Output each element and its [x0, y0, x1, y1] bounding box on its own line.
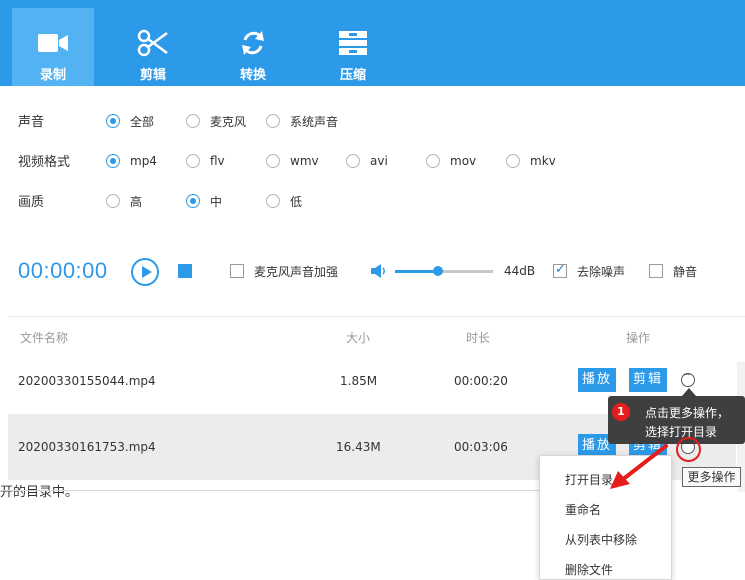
file-duration: 00:00:20: [454, 374, 508, 388]
radio[interactable]: [266, 194, 280, 208]
radio[interactable]: [506, 154, 520, 168]
record-timer: 00:00:00: [18, 258, 108, 283]
radio[interactable]: [186, 154, 200, 168]
file-duration: 00:03:06: [454, 440, 508, 454]
radio[interactable]: [346, 154, 360, 168]
menu-item-remove-from-list[interactable]: 从列表中移除: [565, 531, 637, 548]
option-label: 高: [130, 194, 143, 209]
camera-icon: [38, 34, 68, 52]
checkbox-checked[interactable]: [553, 262, 567, 278]
radio[interactable]: [426, 154, 440, 168]
column-header-actions: 操作: [626, 331, 651, 345]
arrow-icon: [610, 444, 668, 489]
format-option-wmv[interactable]: wmv: [266, 153, 319, 169]
more-actions-icon[interactable]: [681, 370, 695, 387]
tab-convert-label: 转换: [239, 68, 266, 83]
option-label: avi: [370, 154, 388, 168]
play-button[interactable]: [131, 258, 159, 286]
divider: [0, 490, 539, 491]
edit-file-button[interactable]: 剪辑: [629, 368, 667, 392]
menu-item-delete-file[interactable]: 删除文件: [565, 561, 613, 578]
quality-option-low[interactable]: 低: [266, 193, 302, 209]
mute-checkbox[interactable]: 静音: [649, 263, 697, 279]
more-actions-tooltip: 更多操作: [682, 467, 741, 487]
play-file-button[interactable]: 播放: [578, 368, 616, 392]
denoise-label: 去除噪声: [577, 264, 626, 279]
option-label: 麦克风: [210, 114, 247, 129]
tip-line-2: 选择打开目录: [645, 425, 718, 439]
file-name: 20200330161753.mp4: [18, 440, 156, 454]
option-label: flv: [210, 154, 225, 168]
volume-db: 44dB: [504, 264, 536, 278]
audio-label: 声音: [18, 115, 45, 130]
step-badge: 1: [612, 403, 630, 421]
radio[interactable]: [106, 194, 120, 208]
checkbox[interactable]: [649, 264, 663, 278]
file-size: 16.43M: [336, 440, 381, 454]
audio-option-system[interactable]: 系统声音: [266, 113, 338, 129]
divider: [8, 316, 745, 317]
column-header-size: 大小: [346, 331, 371, 345]
volume-slider[interactable]: [395, 270, 493, 273]
menu-item-rename[interactable]: 重命名: [565, 501, 601, 518]
option-label: mov: [450, 154, 477, 168]
tab-edit[interactable]: 剪辑: [112, 8, 194, 86]
radio-selected[interactable]: [106, 114, 120, 128]
radio[interactable]: [266, 154, 280, 168]
audio-option-mic[interactable]: 麦克风: [186, 113, 246, 129]
scissors-icon: [137, 29, 168, 57]
tab-convert[interactable]: 转换: [212, 8, 294, 86]
option-label: mp4: [130, 154, 157, 168]
volume-fill: [395, 270, 439, 273]
top-toolbar: 录制 剪辑 转换 压缩: [0, 0, 745, 86]
column-header-duration: 时长: [466, 331, 491, 345]
tab-edit-label: 剪辑: [139, 68, 166, 83]
audio-option-all[interactable]: 全部: [106, 113, 154, 129]
file-size: 1.85M: [340, 374, 378, 388]
mute-label: 静音: [673, 264, 698, 279]
format-option-mkv[interactable]: mkv: [506, 153, 556, 169]
mic-boost-label: 麦克风声音加强: [254, 264, 339, 279]
option-label: wmv: [290, 154, 319, 168]
format-option-avi[interactable]: avi: [346, 153, 388, 169]
radio[interactable]: [266, 114, 280, 128]
denoise-checkbox[interactable]: 去除噪声: [553, 262, 626, 279]
option-label: 低: [290, 194, 303, 209]
tutorial-tooltip: 点击更多操作， 选择打开目录: [608, 388, 745, 444]
mic-boost-checkbox[interactable]: 麦克风声音加强: [230, 263, 338, 279]
option-label: 全部: [130, 114, 155, 129]
checkbox[interactable]: [230, 264, 244, 278]
volume-knob[interactable]: [433, 266, 444, 276]
tab-compress[interactable]: 压缩: [312, 8, 394, 86]
radio-selected[interactable]: [106, 154, 120, 168]
quality-option-medium[interactable]: 中: [186, 193, 222, 209]
quality-label: 画质: [18, 195, 45, 210]
stop-button[interactable]: [178, 264, 192, 278]
format-option-mov[interactable]: mov: [426, 153, 476, 169]
file-name: 20200330155044.mp4: [18, 374, 156, 388]
option-label: 系统声音: [290, 114, 339, 129]
refresh-icon: [242, 31, 264, 55]
tab-compress-label: 压缩: [339, 68, 366, 83]
column-header-name: 文件名称: [20, 331, 69, 345]
tip-line-1: 点击更多操作，: [645, 406, 730, 420]
tab-record[interactable]: 录制: [12, 8, 94, 86]
option-label: 中: [210, 194, 223, 209]
format-option-mp4[interactable]: mp4: [106, 153, 157, 169]
format-option-flv[interactable]: flv: [186, 153, 225, 169]
radio-selected[interactable]: [186, 194, 200, 208]
radio[interactable]: [186, 114, 200, 128]
quality-option-high[interactable]: 高: [106, 193, 142, 209]
tab-record-label: 录制: [39, 68, 66, 83]
option-label: mkv: [530, 154, 556, 168]
format-label: 视频格式: [18, 155, 71, 170]
compress-icon: [339, 31, 367, 55]
volume-icon[interactable]: [370, 263, 388, 279]
